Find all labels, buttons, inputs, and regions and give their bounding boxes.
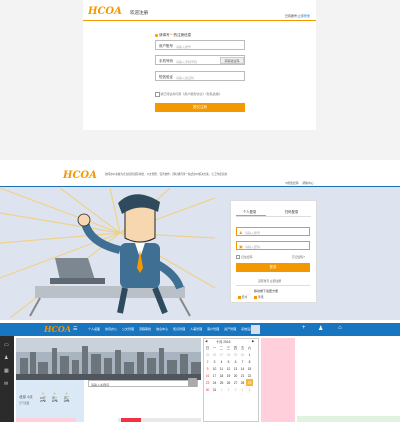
login-logo: HCOA bbox=[63, 170, 97, 181]
weather-city: 北京 今天 bbox=[19, 395, 33, 399]
user-icon: ♟ bbox=[239, 229, 243, 235]
calendar-week: 9 10 11 12 13 14 15 bbox=[206, 366, 252, 371]
sms-code-field[interactable]: 短信验证 请输入验证码 bbox=[155, 71, 245, 81]
weather-sub: 空气质量 bbox=[19, 402, 30, 405]
businessman-illustration bbox=[0, 188, 215, 318]
menu-icon[interactable]: ☰ bbox=[73, 326, 77, 332]
nav-item-2[interactable]: 公文管理 bbox=[122, 327, 134, 331]
login-link[interactable]: 立即登录 bbox=[298, 14, 310, 18]
sidebar-monitor-icon[interactable]: ▭ bbox=[4, 342, 9, 348]
calendar-weekdays: 日一二三四五六 bbox=[205, 346, 252, 350]
calendar-week: 25 26 27 28 29 30 1 bbox=[205, 352, 251, 357]
login-button[interactable]: 登录 bbox=[236, 263, 310, 272]
search-button[interactable] bbox=[188, 378, 197, 387]
card-red-accent bbox=[121, 418, 141, 422]
add-icon[interactable]: + bbox=[302, 325, 306, 331]
dashboard-sidebar bbox=[0, 336, 14, 422]
tab-personal-login[interactable]: 个人登录 bbox=[243, 209, 256, 214]
agree-checkbox[interactable] bbox=[155, 92, 160, 97]
account-field[interactable]: 用户账号 请输入账号 bbox=[155, 40, 245, 50]
nav-item-1[interactable]: 协同办公 bbox=[105, 327, 117, 331]
nav-more-button[interactable] bbox=[251, 325, 260, 334]
forgot-password-link[interactable]: 忘记密码? bbox=[292, 255, 305, 259]
tab-qr-login[interactable]: 扫码登录 bbox=[285, 209, 298, 214]
password-input[interactable]: ▣ 请输入密码 bbox=[236, 241, 310, 250]
calendar-week: 16 17 18 19 20 21 22 bbox=[205, 373, 252, 378]
weather-forecast: ☀ 10月 25℃ ☀ 周二 20℃ ☀ 周三 18℃ bbox=[40, 391, 69, 403]
calendar-grid: 日一二三四五六 25 26 27 28 29 30 1 2345678 9 10 11 12 13 1… bbox=[204, 344, 253, 393]
search-input[interactable]: 请输入关键词 bbox=[88, 380, 198, 387]
submit-register-button[interactable]: 提交注册 bbox=[155, 103, 245, 112]
agree-row[interactable]: 我已阅读并同意《用户服务协议》《隐私政策》 bbox=[155, 92, 222, 97]
forecast-item: ☀ 周三 18℃ bbox=[63, 391, 70, 403]
nav-item-3[interactable]: 流程审批 bbox=[139, 327, 151, 331]
lock-icon: ▣ bbox=[239, 243, 243, 249]
calendar-today[interactable]: 29 bbox=[246, 379, 253, 386]
nav-items: 个人桌面 协同办公 公文管理 流程审批 信息中心 知识管理 人事管理 客户管理 … bbox=[88, 327, 253, 331]
download-options: 安卓 苹果 bbox=[238, 295, 264, 299]
sidebar-mail-icon[interactable]: ✉ bbox=[4, 381, 8, 387]
card-pink-strip bbox=[16, 418, 76, 422]
apple-icon bbox=[254, 295, 258, 299]
nav-item-4[interactable]: 信息中心 bbox=[156, 327, 168, 331]
register-link[interactable]: 没有账号,立即注册 bbox=[258, 279, 281, 283]
pink-panel bbox=[261, 338, 295, 422]
user-menu-icon[interactable]: ♟ bbox=[318, 325, 323, 332]
green-strip bbox=[297, 416, 400, 422]
register-title: 欢迎注册 bbox=[130, 10, 148, 15]
sidebar-calendar-icon[interactable]: ▦ bbox=[4, 368, 9, 374]
right-panel bbox=[297, 338, 400, 422]
calendar-week: 30 31 1 2 3 4 5 bbox=[205, 387, 251, 392]
calendar-week: 2345678 bbox=[206, 359, 251, 364]
phone-field[interactable]: 手机号码 请输入手机号码 获取验证码 bbox=[155, 55, 245, 65]
banner-text: 协同办公系统为企业提供流程审批、公文管理、任务协作、即时通讯等一站式办公解决方案… bbox=[105, 173, 227, 176]
nav-item-7[interactable]: 客户管理 bbox=[207, 327, 219, 331]
calendar-prev[interactable]: ◀ bbox=[205, 339, 207, 343]
dashboard-logo: HCOA bbox=[44, 324, 72, 334]
forecast-item: ☀ 周二 20℃ bbox=[51, 391, 58, 403]
info-icon bbox=[155, 33, 158, 37]
forecast-item: ☀ 10月 25℃ bbox=[40, 391, 46, 403]
remember-checkbox[interactable] bbox=[236, 255, 241, 260]
nav-item-0[interactable]: 个人桌面 bbox=[88, 327, 100, 331]
get-code-button[interactable]: 获取验证码 bbox=[220, 57, 244, 64]
register-hint: 请填写***的注册信息 bbox=[155, 33, 191, 38]
nav-item-5[interactable]: 知识管理 bbox=[173, 327, 185, 331]
android-icon bbox=[238, 295, 241, 299]
apple-download[interactable]: 苹果 bbox=[258, 295, 264, 299]
remember-row[interactable]: 记住密码 bbox=[236, 255, 252, 260]
login-prompt: 已有账号,立即登录 bbox=[285, 14, 310, 18]
home-icon[interactable]: ⌂ bbox=[338, 325, 342, 331]
change-password-link[interactable]: 修改密码 bbox=[287, 181, 298, 185]
calendar-week: 23 24 25 26 27 28 29 bbox=[205, 379, 253, 386]
download-title: 移动端下载更方便 bbox=[254, 289, 279, 293]
login-header-divider bbox=[0, 186, 400, 187]
android-download[interactable]: 安卓 bbox=[242, 295, 248, 299]
username-input[interactable]: ♟ 请输入账号 bbox=[236, 227, 310, 236]
city-photo bbox=[16, 338, 201, 380]
header-links: ✎修改密码 帮助中心 bbox=[285, 181, 314, 185]
nav-item-8[interactable]: 资产管理 bbox=[224, 327, 236, 331]
calendar-next[interactable]: ▶ bbox=[252, 339, 254, 343]
register-logo: HCOA bbox=[88, 6, 122, 17]
sidebar-user-icon[interactable]: ♟ bbox=[4, 355, 8, 361]
help-link[interactable]: 帮助中心 bbox=[302, 181, 313, 185]
nav-item-6[interactable]: 人事管理 bbox=[190, 327, 202, 331]
header-divider bbox=[83, 20, 316, 21]
